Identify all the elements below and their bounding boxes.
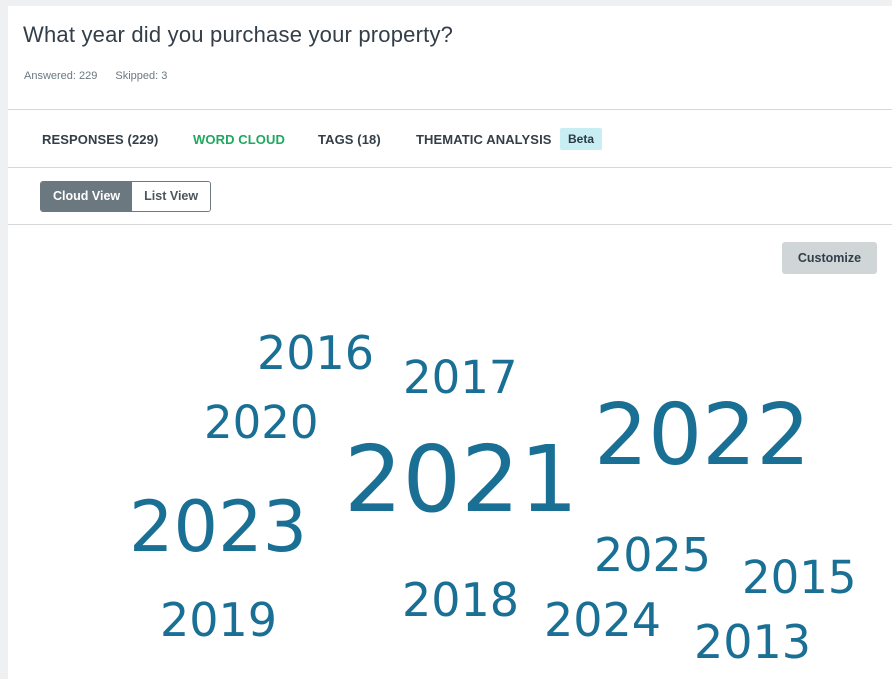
word-cloud-word[interactable]: 2023 [129,492,307,562]
skipped-count: Skipped: 3 [115,70,168,82]
view-toggle: Cloud View List View [40,181,212,212]
word-cloud-word[interactable]: 2016 [257,330,374,376]
word-cloud-word[interactable]: 2019 [160,597,277,643]
word-cloud-word[interactable]: 2017 [403,355,518,400]
view-bar: Cloud View List View [8,168,892,225]
cloud-view-button[interactable]: Cloud View [41,182,133,211]
response-stats: Answered: 229 Skipped: 3 [24,70,167,82]
word-cloud: 2016 2017 2020 2022 2021 2023 2025 2015 … [8,225,892,679]
question-card: What year did you purchase your property… [8,6,892,679]
question-header: What year did you purchase your property… [8,6,892,110]
tab-thematic-analysis[interactable]: THEMATIC ANALYSIS [416,132,552,147]
beta-badge: Beta [560,128,603,150]
word-cloud-word[interactable]: 2013 [694,619,811,665]
word-cloud-word[interactable]: 2021 [344,434,578,526]
list-view-button[interactable]: List View [132,182,211,211]
tab-word-cloud[interactable]: WORD CLOUD [193,132,285,147]
word-cloud-word[interactable]: 2024 [544,597,661,643]
word-cloud-word[interactable]: 2020 [204,400,319,445]
word-cloud-word[interactable]: 2025 [594,532,711,578]
word-cloud-word[interactable]: 2018 [402,577,519,623]
answered-count: Answered: 229 [24,70,98,82]
question-title: What year did you purchase your property… [23,22,454,47]
word-cloud-word[interactable]: 2015 [742,555,857,600]
analysis-tabs: RESPONSES (229) WORD CLOUD TAGS (18) THE… [8,110,892,168]
word-cloud-word[interactable]: 2022 [594,393,810,478]
tab-tags[interactable]: TAGS (18) [318,132,381,147]
tab-responses[interactable]: RESPONSES (229) [42,132,158,147]
